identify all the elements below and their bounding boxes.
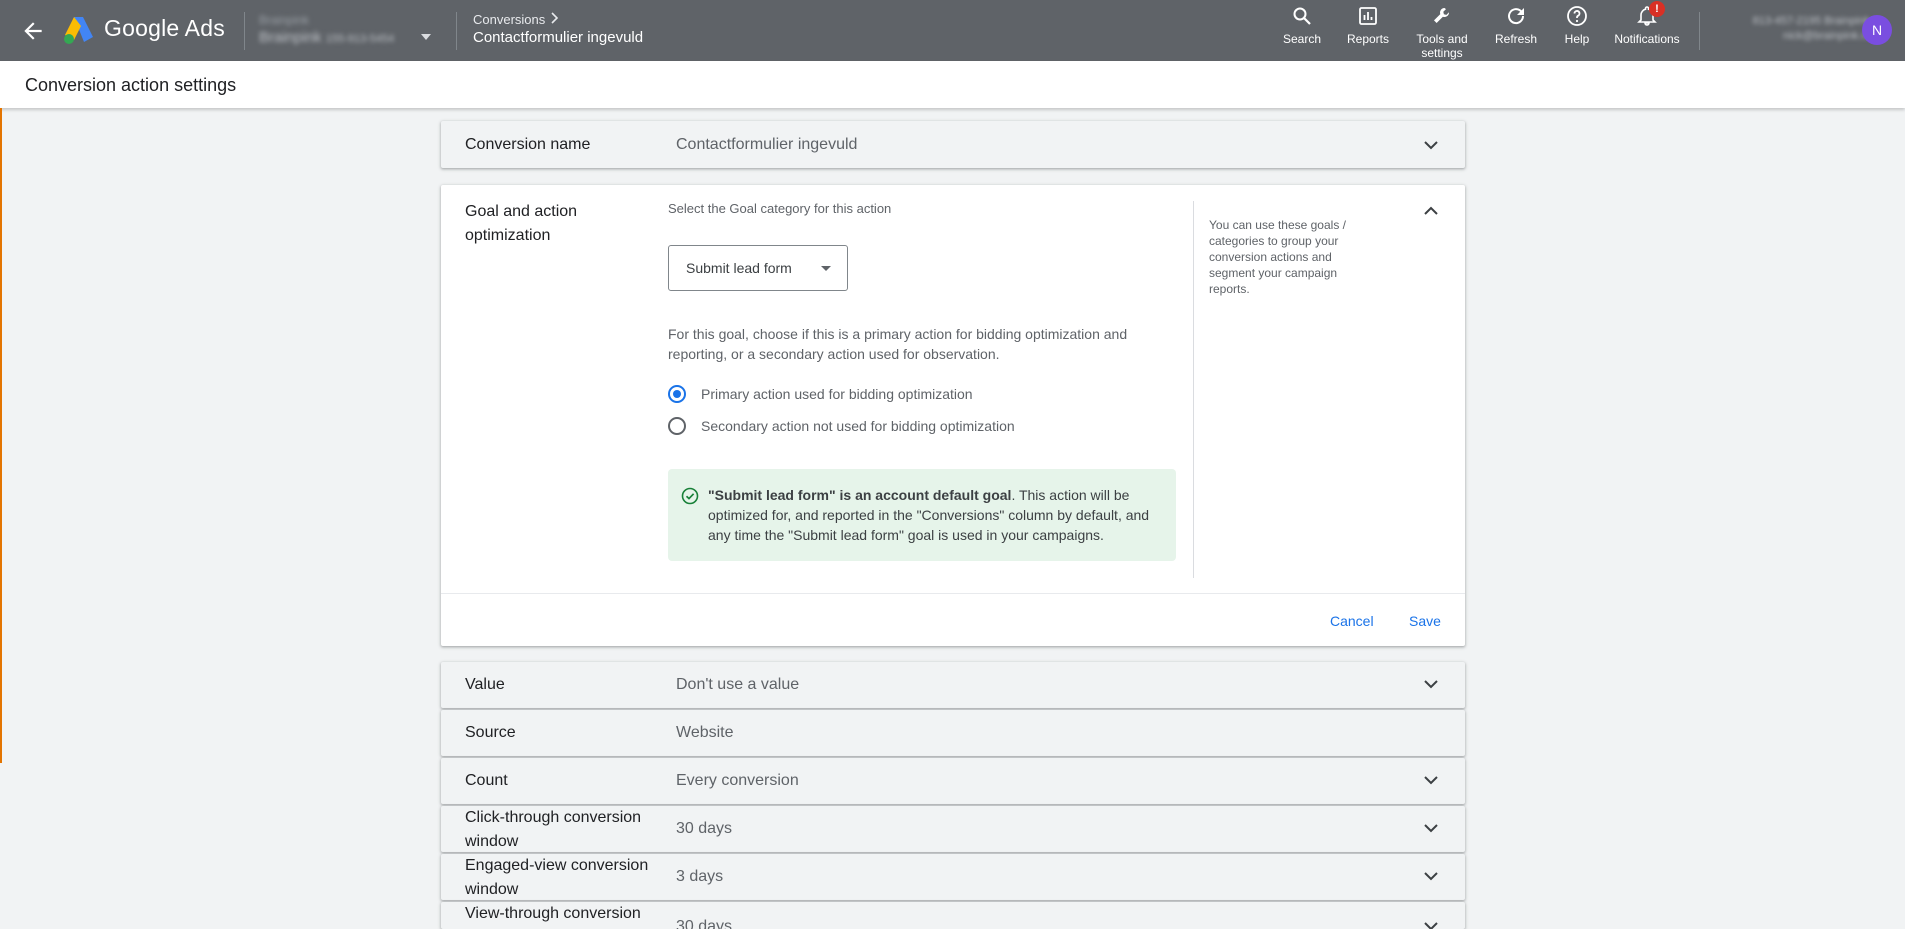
breadcrumb-conversions[interactable]: Conversions	[473, 12, 545, 27]
chevron-down-icon[interactable]	[1423, 139, 1439, 151]
breadcrumb-current: Contactformulier ingevuld	[473, 29, 644, 46]
top-app-bar: Google Ads Brainpink Brainpink 155-913-5…	[0, 0, 1905, 61]
divider	[1193, 201, 1194, 578]
check-circle-icon	[681, 487, 699, 505]
wrench-icon	[1434, 8, 1450, 23]
notifications-label: Notifications	[1614, 32, 1680, 46]
primary-action-label: Primary action used for bidding optimiza…	[701, 386, 973, 402]
section-value: 30 days	[676, 820, 733, 837]
source-section: Source Website	[441, 710, 1465, 756]
tools-label-1: Tools and	[1416, 32, 1468, 46]
help-label: Help	[1564, 32, 1590, 46]
section-label: View-through conversion	[465, 905, 641, 922]
left-accent-bar	[0, 108, 2, 763]
chevron-down-icon[interactable]	[1423, 870, 1439, 882]
section-label: Click-through conversion window	[465, 809, 642, 850]
section-value: Don't use a value	[676, 676, 800, 693]
divider	[456, 12, 457, 50]
chevron-down-icon[interactable]	[1423, 822, 1439, 834]
section-label: Count	[465, 772, 508, 789]
divider	[1699, 12, 1700, 50]
account-name: Brainpink	[259, 29, 322, 46]
chevron-up-icon[interactable]	[1423, 205, 1439, 217]
notice-text: "Submit lead form" is an account default…	[708, 485, 1158, 545]
goal-category-select[interactable]: Submit lead form	[668, 245, 848, 291]
account-switcher[interactable]: Brainpink 155-913-5454	[259, 29, 394, 46]
divider	[441, 593, 1465, 594]
conversion-name-section[interactable]: Conversion name Contactformulier ingevul…	[441, 121, 1465, 168]
google-ads-wordmark[interactable]: Google Ads	[104, 15, 225, 42]
section-value: 30 days	[676, 918, 733, 929]
tools-label-2: settings	[1421, 46, 1463, 60]
save-button[interactable]: Save	[1409, 613, 1441, 629]
goal-category-value: Submit lead form	[686, 260, 792, 276]
section-value: 3 days	[676, 868, 724, 885]
secondary-action-radio[interactable]	[668, 417, 686, 435]
click-through-window-section[interactable]: Click-through conversion window 30 days	[441, 806, 1465, 852]
refresh-button[interactable]: Refresh	[1490, 4, 1542, 46]
default-goal-notice: "Submit lead form" is an account default…	[668, 469, 1176, 561]
reports-icon	[1359, 7, 1377, 25]
notifications-button[interactable]: ! Notifications	[1610, 1, 1684, 46]
value-section[interactable]: Value Don't use a value	[441, 662, 1465, 708]
section-label: Source	[465, 724, 516, 741]
section-label: Value	[465, 676, 505, 693]
section-value: Contactformulier ingevuld	[676, 136, 858, 153]
engaged-view-window-section[interactable]: Engaged-view conversion window 3 days	[441, 854, 1465, 900]
section-value: Website	[676, 724, 734, 741]
goal-and-action-optimization-section: Goal and action optimization Select the …	[441, 185, 1465, 646]
reports-button[interactable]: Reports	[1343, 4, 1393, 46]
tools-and-settings-button[interactable]: Tools and settings	[1410, 4, 1474, 60]
avatar[interactable]: N	[1862, 15, 1892, 45]
user-account-info[interactable]: 813-457-2195 Brainpink nick@brainpink.nl	[1705, 14, 1870, 44]
account-dropdown-icon[interactable]	[421, 34, 431, 40]
refresh-icon	[1508, 8, 1525, 25]
search-label: Search	[1282, 32, 1322, 46]
chevron-down-icon[interactable]	[1423, 678, 1439, 690]
notice-bold: "Submit lead form" is an account default…	[708, 487, 1012, 503]
section-label: Goal and action optimization	[465, 203, 578, 244]
goal-description: For this goal, choose if this is a prima…	[668, 326, 1128, 362]
goal-help-text: You can use these goals / categories to …	[1209, 218, 1346, 296]
page-header: Conversion action settings	[0, 61, 1905, 108]
section-label: Conversion name	[465, 136, 591, 153]
google-ads-logo-icon[interactable]	[62, 15, 94, 45]
account-id: 155-913-5454	[325, 33, 395, 45]
help-button[interactable]: Help	[1560, 4, 1594, 46]
account-parent: Brainpink	[259, 13, 310, 27]
chevron-down-icon[interactable]	[1423, 920, 1439, 929]
chevron-right-icon	[551, 12, 559, 24]
section-value: Every conversion	[676, 772, 799, 789]
primary-action-radio[interactable]	[668, 385, 686, 403]
search-button[interactable]: Search	[1280, 4, 1324, 46]
chevron-down-icon[interactable]	[1423, 774, 1439, 786]
dropdown-arrow-icon	[821, 266, 831, 271]
search-icon	[1293, 7, 1311, 25]
user-line-2: nick@brainpink.nl	[1783, 30, 1870, 42]
count-section[interactable]: Count Every conversion	[441, 758, 1465, 804]
goal-category-prompt: Select the Goal category for this action	[668, 201, 892, 216]
section-label: Engaged-view conversion window	[465, 857, 649, 898]
reports-label: Reports	[1346, 32, 1390, 46]
help-icon	[1567, 6, 1587, 26]
view-through-window-section[interactable]: View-through conversion 30 days	[441, 902, 1465, 929]
divider	[244, 12, 245, 50]
cancel-button[interactable]: Cancel	[1330, 613, 1374, 629]
back-arrow-icon[interactable]	[20, 18, 46, 44]
page-title: Conversion action settings	[25, 75, 237, 95]
secondary-action-label: Secondary action not used for bidding op…	[701, 418, 1015, 434]
refresh-label: Refresh	[1494, 32, 1538, 46]
user-line-1: 813-457-2195 Brainpink	[1752, 15, 1870, 27]
notification-badge: !	[1649, 1, 1665, 17]
